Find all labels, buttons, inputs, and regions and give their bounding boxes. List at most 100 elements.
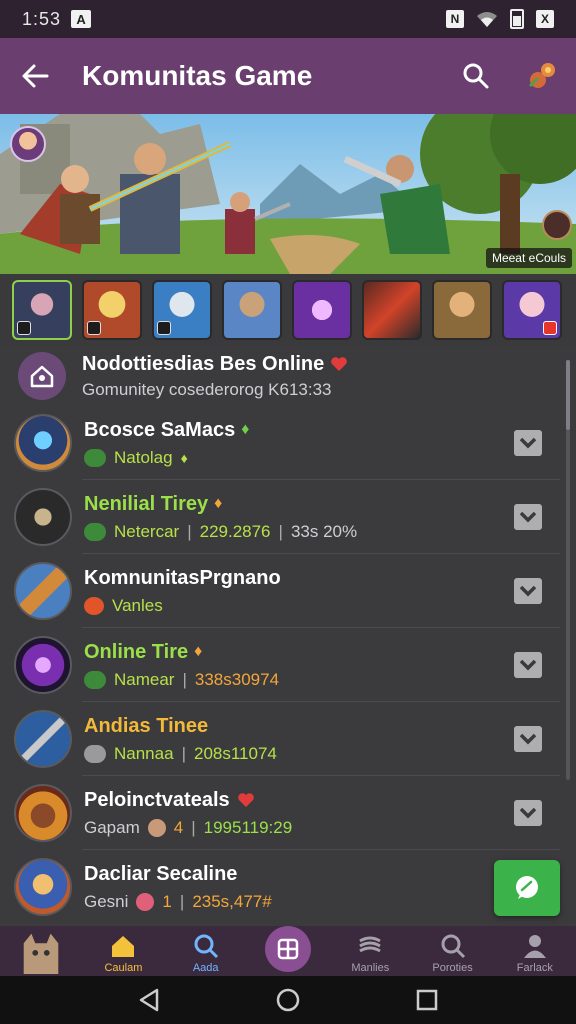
- hero-badge-icon: [17, 321, 31, 335]
- hero-thumb[interactable]: [362, 280, 422, 340]
- community-list[interactable]: Nodottiesdias Bes Online Gomunitey cosed…: [0, 346, 576, 926]
- hand-icon: [147, 818, 166, 837]
- list-item[interactable]: Online Tire ♦ Namear | 338s30974: [0, 628, 560, 702]
- row-name: Dacliar Secaline: [84, 862, 238, 885]
- expand-button[interactable]: [514, 726, 542, 752]
- controller-icon: [84, 448, 106, 467]
- search-icon: [441, 934, 465, 959]
- hero-thumb[interactable]: [152, 280, 212, 340]
- chat-fab-button[interactable]: [494, 860, 560, 916]
- avatar: [14, 636, 72, 694]
- avatar: [14, 562, 72, 620]
- back-button[interactable]: [18, 59, 52, 93]
- fire-icon: ♦: [214, 495, 223, 512]
- heart-icon: [237, 793, 254, 807]
- nav-profile[interactable]: [0, 926, 82, 976]
- layers-icon: [359, 936, 382, 953]
- row-meta-label: Nannaa: [114, 743, 174, 763]
- nav-grid[interactable]: [247, 926, 329, 976]
- data-saver-icon: X: [536, 10, 554, 28]
- hero-thumb[interactable]: [292, 280, 352, 340]
- row-meta-label: Natolag: [114, 447, 173, 467]
- system-nav-bar: [0, 976, 576, 1024]
- row-count: 1: [162, 891, 172, 911]
- row-meta-label: Netercar: [114, 521, 180, 541]
- expand-button[interactable]: [514, 504, 542, 530]
- avatar: [14, 710, 72, 768]
- avatar: [14, 784, 72, 842]
- list-header[interactable]: Nodottiesdias Bes Online Gomunitey cosed…: [0, 346, 560, 406]
- grid-icon: [264, 926, 311, 972]
- chevron-down-icon: [519, 733, 537, 745]
- status-bar: 1:53 A N X: [0, 0, 576, 38]
- fire-icon: ♦: [194, 643, 203, 660]
- battery-icon: [510, 9, 524, 29]
- nav-layers[interactable]: Manlies: [329, 926, 411, 976]
- expand-button[interactable]: [514, 430, 542, 456]
- controller-icon: [84, 670, 106, 689]
- avatar: [14, 488, 72, 546]
- search-icon: [463, 63, 489, 89]
- wand-icon: [136, 892, 155, 911]
- gift-button[interactable]: [526, 60, 558, 92]
- expand-button[interactable]: [514, 652, 542, 678]
- avatar: [14, 858, 72, 916]
- header-subtitle: Gomunitey cosederorog K613:33: [82, 379, 332, 399]
- scrollbar[interactable]: [566, 360, 570, 780]
- row-stat: 338s30974: [194, 669, 280, 689]
- nav-home[interactable]: Caulam: [82, 926, 164, 976]
- sparkle-icon: ♦: [180, 449, 188, 466]
- row-count: 4: [173, 817, 184, 837]
- list-item[interactable]: Peloinctvateals Gapam 4 | 1995119:29: [0, 776, 560, 850]
- list-item[interactable]: Andias Tinee Nannaa | 208s11074: [0, 702, 560, 776]
- profile-avatar[interactable]: [10, 126, 46, 162]
- row-name: Online Tire: [84, 640, 189, 663]
- chevron-down-icon: [519, 511, 537, 523]
- page-title: Komunitas Game: [82, 60, 313, 91]
- row-name: Bcosce SaMacs: [84, 418, 236, 441]
- expand-button[interactable]: [514, 800, 542, 826]
- hero-banner[interactable]: Meeat eCouls: [0, 114, 576, 274]
- home-circle-icon[interactable]: [275, 987, 301, 1013]
- nav-account[interactable]: Farlack: [494, 926, 576, 976]
- row-stat: 229.2876: [199, 521, 271, 541]
- list-item[interactable]: Dacliar Secaline Gesni 1 | 235s,477#: [0, 850, 560, 924]
- row-stat: 235s,477#: [192, 891, 272, 911]
- hero-thumb[interactable]: [82, 280, 142, 340]
- gear-icon[interactable]: [542, 210, 572, 240]
- home-icon: [18, 352, 66, 400]
- row-stat: 208s11074: [193, 743, 277, 763]
- row-stat-secondary: 33s 20%: [290, 521, 358, 541]
- row-meta-label: Gesni: [84, 891, 129, 911]
- search-button[interactable]: [460, 60, 492, 92]
- expand-button[interactable]: [514, 578, 542, 604]
- chevron-down-icon: [519, 585, 537, 597]
- status-time: 1:53: [22, 8, 62, 29]
- hero-thumb[interactable]: [432, 280, 492, 340]
- arrow-left-icon: [22, 64, 49, 88]
- hero-badge-icon: [87, 321, 101, 335]
- nav-explore[interactable]: Poroties: [411, 926, 493, 976]
- chevron-down-icon: [519, 437, 537, 449]
- avatar: [14, 414, 72, 472]
- hero-thumb[interactable]: [12, 280, 72, 340]
- list-item[interactable]: Nenilial Tirey ♦ Netercar | 229.2876 | 33s 20…: [0, 480, 560, 554]
- nav-label: Caulam: [104, 962, 143, 974]
- heart-icon: [331, 357, 348, 371]
- search-icon: [194, 934, 218, 959]
- list-item[interactable]: Bcosce SaMacs ♦ Natolag ♦: [0, 406, 560, 480]
- nav-search[interactable]: Aada: [165, 926, 247, 976]
- recents-square-icon[interactable]: [416, 989, 438, 1011]
- controller-icon: [84, 522, 106, 541]
- chevron-down-icon: [519, 659, 537, 671]
- row-name: Andias Tinee: [84, 714, 209, 737]
- list-item[interactable]: KomnunitasPrgnano Vanles: [0, 554, 560, 628]
- nav-label: Farlack: [516, 962, 553, 974]
- row-meta-label: Namear: [114, 669, 175, 689]
- hero-carousel[interactable]: [0, 280, 576, 346]
- hero-thumb[interactable]: [502, 280, 562, 340]
- nav-label: Poroties: [432, 962, 473, 974]
- back-triangle-icon[interactable]: [138, 988, 160, 1012]
- hero-thumb[interactable]: [222, 280, 282, 340]
- app-bar: Komunitas Game: [0, 38, 576, 114]
